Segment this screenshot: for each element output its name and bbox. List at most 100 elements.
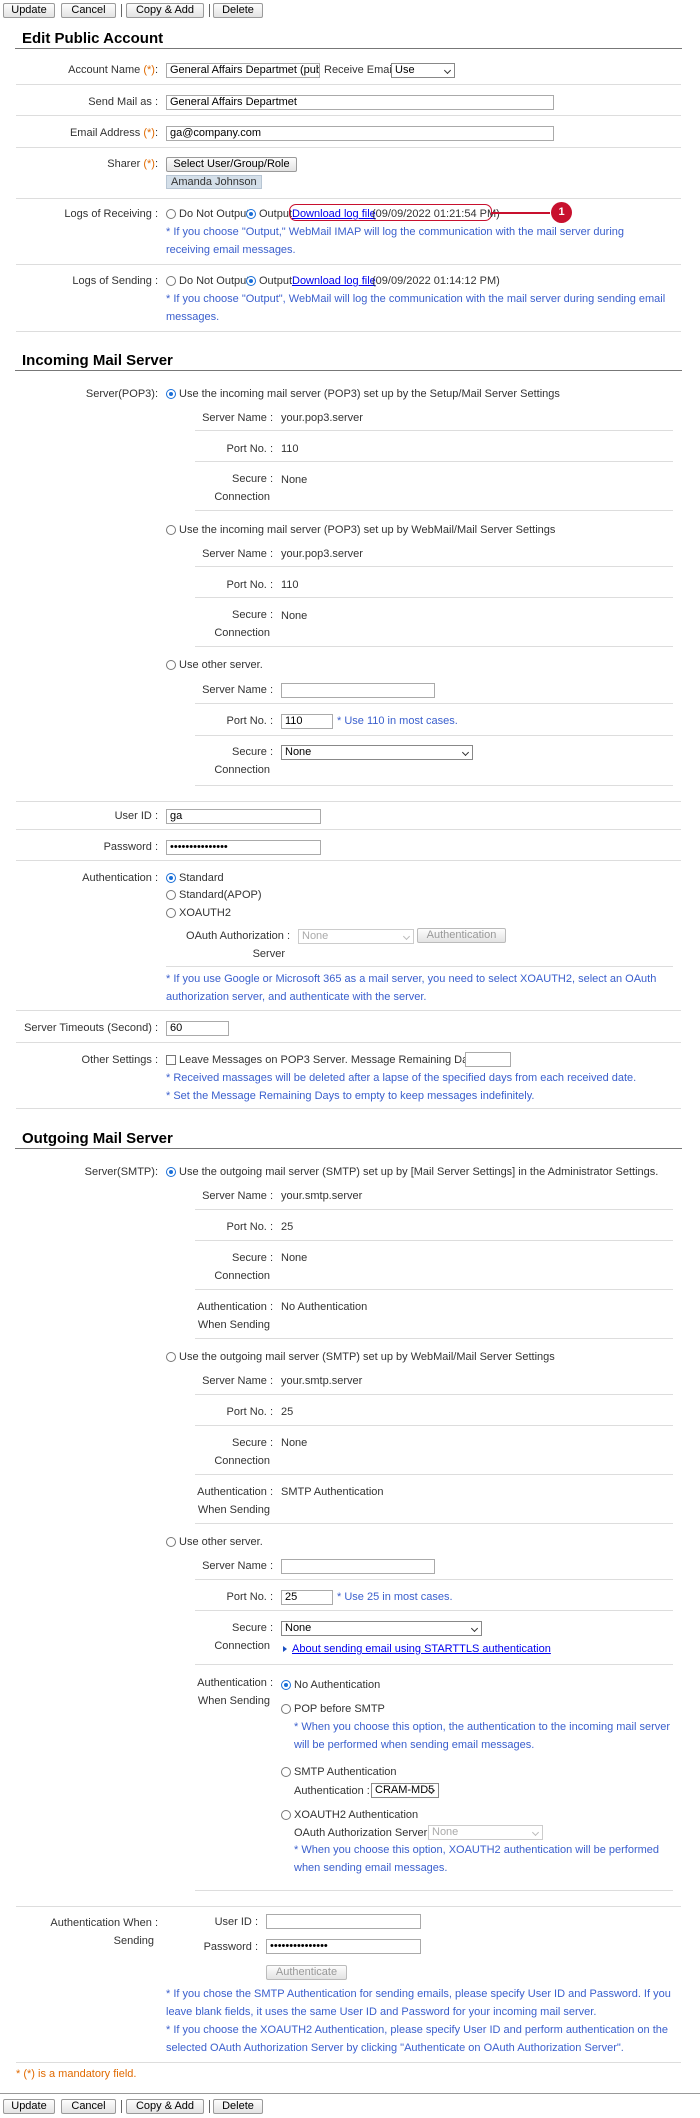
incoming-s3-port-input[interactable]: 110 xyxy=(281,714,333,729)
email-address-label: Email Address (*): xyxy=(69,127,158,139)
delete-button[interactable]: Delete xyxy=(213,3,263,18)
incoming-password-input[interactable]: ••••••••••••••• xyxy=(166,840,321,855)
outgoing-s1-connection-label: Connection xyxy=(214,1270,270,1282)
incoming-server-option-webmail-radio[interactable] xyxy=(166,525,176,535)
oauth-server-select[interactable]: None xyxy=(298,929,414,944)
outgoing-s1-port-label: Port No. : xyxy=(226,1221,273,1233)
aws-password-input[interactable]: ••••••••••••••• xyxy=(266,1939,421,1954)
sharer-label: Sharer (*): xyxy=(107,158,158,170)
logs-of-sending-label: Logs of Sending : xyxy=(72,275,158,287)
auth-apop-radio[interactable] xyxy=(166,890,176,900)
logs-receiving-no-output-radio[interactable] xyxy=(166,209,176,219)
smtp-auth-method-select[interactable]: CRAM-MD5 xyxy=(371,1783,439,1798)
update-button[interactable]: Update xyxy=(3,3,55,18)
outgoing-s3-server-name-input[interactable] xyxy=(281,1559,435,1574)
outgoing-s2-port: 25 xyxy=(281,1406,294,1418)
outgoing-s3-server-name-label: Server Name : xyxy=(202,1560,273,1572)
incoming-server-option-setup-radio[interactable] xyxy=(166,389,176,399)
logs-sending-output-radio[interactable] xyxy=(246,276,256,286)
copy-add-button-bottom[interactable]: Copy & Add xyxy=(126,2099,204,2114)
outgoing-s2-server-name-label: Server Name : xyxy=(202,1375,273,1387)
row-divider xyxy=(16,1010,681,1011)
update-button-bottom[interactable]: Update xyxy=(3,2099,55,2114)
account-name-input[interactable]: General Affairs Departmet (public xyxy=(166,63,320,78)
email-address-input[interactable]: ga@company.com xyxy=(166,126,554,141)
logs-receiving-output-radio[interactable] xyxy=(246,209,256,219)
auth-standard-radio[interactable] xyxy=(166,873,176,883)
incoming-s1-connection-label: Connection xyxy=(214,491,270,503)
incoming-user-id-input[interactable]: ga xyxy=(166,809,321,824)
incoming-s3-secure-select[interactable]: None xyxy=(281,745,473,760)
auth-standard-label: Standard xyxy=(179,872,224,884)
smtp-auth-xoauth2-note: * When you choose this option, XOAUTH2 a… xyxy=(294,1844,660,1874)
outgoing-server-option-webmail-radio[interactable] xyxy=(166,1352,176,1362)
logs-sending-no-output-radio[interactable] xyxy=(166,276,176,286)
select-user-group-role-button[interactable]: Select User/Group/Role xyxy=(166,157,297,172)
incoming-s3-server-name-label: Server Name : xyxy=(202,684,273,696)
smtp-oauth-server-select[interactable]: None xyxy=(428,1825,543,1840)
cancel-button-bottom[interactable]: Cancel xyxy=(61,2099,116,2114)
section-divider xyxy=(15,370,682,371)
send-mail-as-label: Send Mail as : xyxy=(88,96,158,108)
outgoing-server-option-other-label: Use other server. xyxy=(179,1536,263,1548)
server-smtp-label: Server(SMTP): xyxy=(84,1166,158,1178)
incoming-authentication-label: Authentication : xyxy=(82,872,158,884)
row-divider xyxy=(16,1906,681,1907)
incoming-s3-port-note: * Use 110 in most cases. xyxy=(337,715,458,727)
outgoing-server-option-admin-radio[interactable] xyxy=(166,1167,176,1177)
logs-receiving-timestamp: (09/09/2022 01:21:54 PM) xyxy=(372,208,500,220)
smtp-auth-smtp-radio[interactable] xyxy=(281,1767,291,1777)
aws-user-id-input[interactable] xyxy=(266,1914,421,1929)
row-divider xyxy=(16,2062,681,2063)
outgoing-s2-when-sending-label: When Sending xyxy=(197,1504,270,1516)
incoming-s2-secure: None xyxy=(281,610,308,622)
smtp-auth-pop-radio[interactable] xyxy=(281,1704,291,1714)
leave-messages-checkbox[interactable] xyxy=(166,1055,176,1065)
incoming-s3-server-name-input[interactable] xyxy=(281,683,435,698)
smtp-auth-none-radio[interactable] xyxy=(281,1680,291,1690)
incoming-s1-server-name: your.pop3.server xyxy=(281,412,363,424)
section-title-outgoing-mail-server: Outgoing Mail Server xyxy=(22,1130,173,1147)
row-divider xyxy=(16,829,681,830)
mandatory-field-note: * (*) is a mandatory field. xyxy=(16,2068,137,2080)
copy-add-button[interactable]: Copy & Add xyxy=(126,3,204,18)
cancel-button[interactable]: Cancel xyxy=(61,3,116,18)
starttls-link[interactable]: About sending email using STARTTLS authe… xyxy=(292,1643,551,1655)
auth-xoauth2-radio[interactable] xyxy=(166,908,176,918)
receive-email-select[interactable]: Use xyxy=(391,63,455,78)
aws-password-label: Password : xyxy=(203,1941,258,1953)
row-divider xyxy=(195,1474,673,1475)
leave-messages-label: Leave Messages on POP3 Server. Message R… xyxy=(179,1054,486,1066)
incoming-s2-server-name: your.pop3.server xyxy=(281,548,363,560)
server-timeouts-input[interactable]: 60 xyxy=(166,1021,229,1036)
smtp-auth-xoauth2-radio[interactable] xyxy=(281,1810,291,1820)
outgoing-s2-secure-label: Secure : xyxy=(232,1437,273,1449)
row-divider xyxy=(195,646,673,647)
incoming-s2-port: 110 xyxy=(281,579,299,591)
outgoing-s3-connection-label: Connection xyxy=(214,1640,270,1652)
smtp-auth-method-label: Authentication : xyxy=(294,1785,370,1797)
server-pop3-label: Server(POP3): xyxy=(85,388,158,400)
outgoing-s3-port-input[interactable]: 25 xyxy=(281,1590,333,1605)
message-remaining-days-input[interactable] xyxy=(465,1052,511,1067)
row-divider xyxy=(195,566,673,567)
delete-button-bottom[interactable]: Delete xyxy=(213,2099,263,2114)
toolbar-separator xyxy=(121,2100,122,2113)
oauth-authorization-server-label: OAuth Authorization : xyxy=(186,930,290,942)
download-log-file-link-sending[interactable]: Download log file xyxy=(292,275,376,287)
row-divider xyxy=(195,510,673,511)
row-divider xyxy=(195,1338,673,1339)
outgoing-s3-secure-select[interactable]: None xyxy=(281,1621,482,1636)
row-divider xyxy=(16,198,681,199)
row-divider xyxy=(16,1108,681,1109)
aws-note-1: * If you chose the SMTP Authentication f… xyxy=(166,1988,671,2018)
row-divider xyxy=(195,1240,673,1241)
send-mail-as-input[interactable]: General Affairs Departmet xyxy=(166,95,554,110)
authenticate-button[interactable]: Authenticate xyxy=(266,1965,347,1980)
oauth-authentication-button[interactable]: Authentication xyxy=(417,928,506,943)
incoming-server-option-other-radio[interactable] xyxy=(166,660,176,670)
outgoing-server-option-other-radio[interactable] xyxy=(166,1537,176,1547)
row-divider xyxy=(16,801,681,802)
row-divider xyxy=(16,1042,681,1043)
download-log-file-link-receiving[interactable]: Download log file xyxy=(292,208,376,220)
